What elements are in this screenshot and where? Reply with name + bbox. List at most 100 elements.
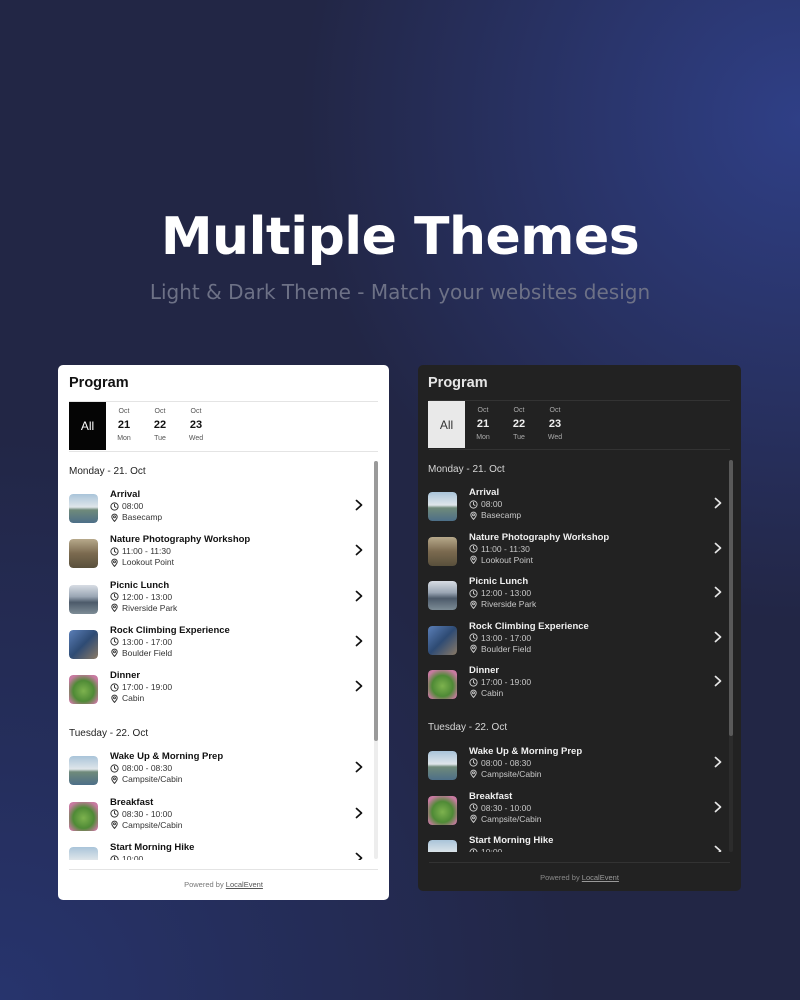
event-row[interactable]: Start Morning Hike10:00Trailhead xyxy=(428,834,728,852)
event-time: 12:00 - 13:00 xyxy=(110,592,172,602)
tab-weekday: Mon xyxy=(476,434,490,441)
event-row[interactable]: Breakfast 08:30 - 10:00 Campsite/Cabin xyxy=(428,790,728,835)
event-location-text: Riverside Park xyxy=(481,599,537,610)
event-row[interactable]: Breakfast 08:30 - 10:00 Campsite/Cabin xyxy=(69,796,369,841)
event-time-text: 10:00 xyxy=(122,854,144,860)
chevron-right-icon[interactable] xyxy=(712,541,724,555)
event-row[interactable]: Dinner 17:00 - 19:00 Cabin xyxy=(428,664,728,709)
chevron-right-icon[interactable] xyxy=(353,498,365,512)
chevron-right-icon[interactable] xyxy=(353,760,365,774)
event-title: Nature Photography Workshop xyxy=(469,531,610,543)
event-thumbnail xyxy=(69,801,98,831)
event-location-text: Campsite/Cabin xyxy=(481,813,542,824)
scrollbar-thumb[interactable] xyxy=(374,461,378,741)
list-scrollbar[interactable] xyxy=(729,460,733,852)
clock-icon xyxy=(469,499,481,509)
event-thumbnail xyxy=(69,539,98,569)
tab-day: 23 xyxy=(189,419,203,431)
tab-date-22[interactable]: Oct 22 Tue xyxy=(501,401,537,448)
event-location: Boulder Field xyxy=(469,644,531,654)
event-time-text: 08:00 - 08:30 xyxy=(481,757,532,768)
chevron-right-icon[interactable] xyxy=(712,630,724,644)
location-pin-icon xyxy=(110,648,122,658)
location-pin-icon xyxy=(110,694,122,703)
event-location-text: Campsite/Cabin xyxy=(481,768,542,779)
event-location-text: Campsite/Cabin xyxy=(122,819,183,830)
tab-all[interactable]: All xyxy=(69,402,106,450)
chevron-right-icon[interactable] xyxy=(712,755,724,769)
event-location: Riverside Park xyxy=(110,603,177,613)
clock-icon xyxy=(469,589,481,598)
event-thumbnail xyxy=(428,625,457,655)
date-tabs: All Oct 21 Mon Oct 22 Tue Oct 23 Wed xyxy=(69,402,214,450)
event-location: Lookout Point xyxy=(469,555,533,565)
clock-icon xyxy=(110,809,122,818)
event-location: Campsite/Cabin xyxy=(110,820,182,830)
tab-date-23[interactable]: Oct 23 Wed xyxy=(537,401,573,448)
program-list[interactable]: Monday - 21. Oct Arrival 08:00 Basecamp Natu… xyxy=(69,452,369,860)
event-row[interactable]: Wake Up & Morning Prep 08:00 - 08:30 Camps… xyxy=(69,750,369,795)
event-row[interactable]: Rock Climbing Experience 13:00 - 17:00 Bou… xyxy=(428,620,728,665)
event-time: 08:30 - 10:00 xyxy=(110,809,172,819)
event-time: 11:00 - 11:30 xyxy=(110,546,171,556)
event-row[interactable]: Rock Climbing Experience 13:00 - 17:00 Bou… xyxy=(69,624,369,669)
event-row[interactable]: Nature Photography Workshop 11:00 - 11:30… xyxy=(428,531,728,576)
program-widget-dark: Program All Oct 21 Mon Oct 22 Tue Oct 23 Wed Monday… xyxy=(418,365,741,891)
chevron-right-icon[interactable] xyxy=(353,679,365,693)
event-row[interactable]: Start Morning Hike10:00Trailhead xyxy=(69,841,369,860)
event-thumbnail xyxy=(69,629,98,659)
event-row[interactable]: Arrival 08:00 Basecamp xyxy=(428,486,728,531)
event-thumbnail xyxy=(428,581,457,611)
event-row[interactable]: Arrival 08:00 Basecamp xyxy=(69,488,369,533)
event-row[interactable]: Picnic Lunch 12:00 - 13:00 Riverside Park xyxy=(69,579,369,624)
event-row[interactable]: Picnic Lunch 12:00 - 13:00 Riverside Park xyxy=(428,575,728,620)
event-time-text: 13:00 - 17:00 xyxy=(122,636,173,647)
chevron-right-icon[interactable] xyxy=(712,844,724,852)
tab-weekday: Tue xyxy=(513,434,525,441)
event-time-text: 08:30 - 10:00 xyxy=(481,802,532,813)
location-pin-icon xyxy=(110,603,122,613)
event-time-text: 08:00 - 08:30 xyxy=(122,763,173,774)
tab-day: 23 xyxy=(548,418,562,430)
tab-date-22[interactable]: Oct 22 Tue xyxy=(142,402,178,450)
event-title: Wake Up & Morning Prep xyxy=(469,745,583,757)
event-row[interactable]: Dinner 17:00 - 19:00 Cabin xyxy=(69,669,369,714)
location-pin-icon xyxy=(469,689,481,698)
event-title: Breakfast xyxy=(469,790,513,802)
list-scrollbar[interactable] xyxy=(374,461,378,859)
program-list[interactable]: Monday - 21. Oct Arrival 08:00 Basecamp Natu… xyxy=(428,450,728,852)
tab-all[interactable]: All xyxy=(428,401,465,448)
localevent-link[interactable]: LocalEvent xyxy=(582,873,619,882)
clock-icon xyxy=(469,633,481,642)
event-row[interactable]: Wake Up & Morning Prep 08:00 - 08:30 Camps… xyxy=(428,745,728,790)
event-location: Basecamp xyxy=(110,512,162,522)
scrollbar-thumb[interactable] xyxy=(729,460,733,736)
event-time: 10:00 xyxy=(469,847,502,852)
event-location: Lookout Point xyxy=(110,557,174,567)
day-heading: Tuesday - 22. Oct xyxy=(428,722,508,734)
event-location-text: Boulder Field xyxy=(122,647,173,658)
tab-date-23[interactable]: Oct 23 Wed xyxy=(178,402,214,450)
chevron-right-icon[interactable] xyxy=(353,543,365,557)
chevron-right-icon[interactable] xyxy=(353,589,365,603)
event-thumbnail xyxy=(428,750,457,780)
event-location-text: Basecamp xyxy=(481,510,522,520)
chevron-right-icon[interactable] xyxy=(712,800,724,814)
event-location-text: Cabin xyxy=(481,688,504,699)
location-pin-icon xyxy=(469,644,481,654)
location-pin-icon xyxy=(469,769,481,779)
tab-date-21[interactable]: Oct 21 Mon xyxy=(106,402,142,450)
event-time: 08:00 - 08:30 xyxy=(110,763,172,773)
divider xyxy=(429,862,730,863)
tab-date-21[interactable]: Oct 21 Mon xyxy=(465,401,501,448)
chevron-right-icon[interactable] xyxy=(712,674,724,688)
chevron-right-icon[interactable] xyxy=(353,851,365,860)
chevron-right-icon[interactable] xyxy=(712,585,724,599)
event-title: Arrival xyxy=(469,487,500,498)
localevent-link[interactable]: LocalEvent xyxy=(226,880,263,889)
event-row[interactable]: Nature Photography Workshop 11:00 - 11:30… xyxy=(69,533,369,578)
chevron-right-icon[interactable] xyxy=(712,496,724,510)
powered-by-footer: Powered by LocalEvent xyxy=(58,880,389,889)
chevron-right-icon[interactable] xyxy=(353,634,365,648)
chevron-right-icon[interactable] xyxy=(353,806,365,820)
